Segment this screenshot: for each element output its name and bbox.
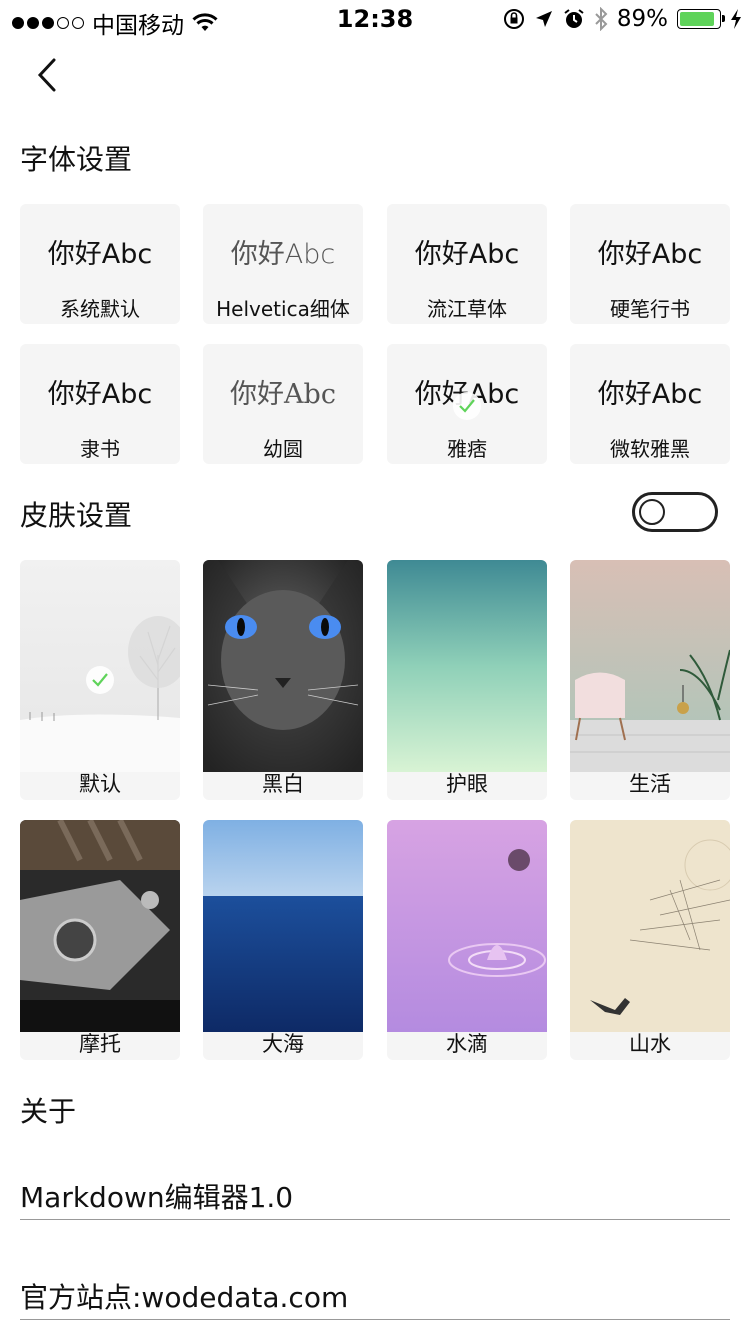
skin-settings-title: 皮肤设置 [20,499,133,532]
font-option-system[interactable]: 你好Abc 系统默认 [20,204,180,324]
toggle-knob [639,499,665,525]
font-name: 隶书 [80,437,120,461]
skin-thumbnail-gradient [387,560,547,772]
skin-name: 摩托 [79,1032,121,1056]
skin-name: 默认 [79,772,121,796]
skin-option-life[interactable]: 生活 [570,560,730,800]
skin-thumbnail-interior [570,560,730,772]
skin-name: 大海 [262,1032,304,1056]
selected-check-icon [86,666,114,694]
font-name: 雅痞 [447,437,487,461]
app-version-row: Markdown编辑器1.0 [20,1176,730,1220]
font-settings-title: 字体设置 [20,143,133,176]
chevron-left-icon [37,58,56,92]
status-right: 89% [503,6,742,32]
font-option-youyuan[interactable]: 你好Abc 幼圆 [203,344,363,464]
font-sample: 你好Abc [230,239,336,270]
location-icon [535,11,552,27]
font-name: 系统默认 [60,297,140,321]
skin-option-default[interactable]: 默认 [20,560,180,800]
bluetooth-icon [595,7,608,31]
font-option-helvetica-light[interactable]: 你好Abc Helvetica细体 [203,204,363,324]
skin-thumbnail-water-drop [387,820,547,1032]
font-name: 幼圆 [263,437,303,461]
font-sample: 你好Abc [597,239,703,270]
font-option-lishu[interactable]: 你好Abc 隶书 [20,344,180,464]
back-button[interactable] [28,52,68,98]
skin-option-eye-care[interactable]: 护眼 [387,560,547,800]
battery-level [680,12,714,26]
orientation-lock-icon [503,9,524,29]
alarm-icon [564,9,584,28]
font-sample: 你好Abc [230,379,336,410]
battery-icon [677,9,725,29]
font-option-liujiang[interactable]: 你好Abc 流江草体 [387,204,547,324]
font-name: Helvetica细体 [216,297,350,321]
skin-name: 山水 [629,1032,671,1056]
skin-option-black-white[interactable]: 黑白 [203,560,363,800]
skin-option-water-drop[interactable]: 水滴 [387,820,547,1060]
battery-percent: 89% [616,6,668,32]
font-name: 微软雅黑 [610,437,690,461]
font-option-hard-pen[interactable]: 你好Abc 硬笔行书 [570,204,730,324]
font-name: 硬笔行书 [610,297,690,321]
about-title: 关于 [20,1095,77,1128]
skin-thumbnail-sea [203,820,363,1032]
font-sample: 你好Abc [47,239,153,270]
font-option-yapi[interactable]: 你好Abc 雅痞 [387,344,547,464]
charging-icon [731,9,741,29]
skin-name: 黑白 [262,772,304,796]
skin-thumbnail-cat [203,560,363,772]
skin-option-motorcycle[interactable]: 摩托 [20,820,180,1060]
skin-name: 生活 [629,772,671,796]
font-sample: 你好Abc [47,379,153,410]
selected-check-icon [453,392,481,420]
skin-name: 护眼 [446,772,488,796]
skin-option-sea[interactable]: 大海 [203,820,363,1060]
skin-option-landscape[interactable]: 山水 [570,820,730,1060]
font-sample: 你好Abc [597,379,703,410]
font-name: 流江草体 [427,297,507,321]
skin-toggle-switch[interactable] [632,492,718,532]
official-site-link[interactable]: 官方站点:wodedata.com [20,1276,730,1320]
status-bar: 中国移动 12:38 89% [0,0,750,40]
skin-name: 水滴 [446,1032,488,1056]
font-sample: 你好Abc [414,239,520,270]
skin-thumbnail-ink-painting [570,820,730,1032]
font-option-msyh[interactable]: 你好Abc 微软雅黑 [570,344,730,464]
skin-thumbnail-motorcycle [20,820,180,1032]
